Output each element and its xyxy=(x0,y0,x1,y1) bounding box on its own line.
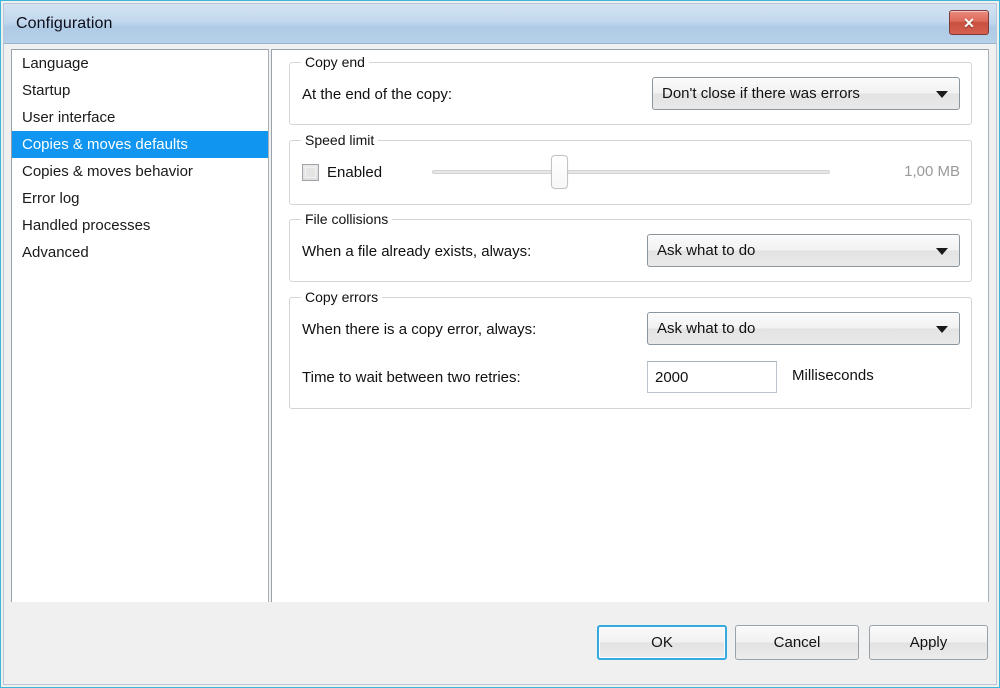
checkbox-box-icon xyxy=(302,164,319,181)
chevron-down-icon xyxy=(936,248,948,255)
speed-limit-slider[interactable] xyxy=(432,153,830,191)
copy-error-action-value: Ask what to do xyxy=(648,320,755,337)
sidebar-item-language[interactable]: Language xyxy=(12,50,268,77)
retry-wait-input[interactable]: 2000 xyxy=(647,361,777,393)
retry-wait-input-value: 2000 xyxy=(655,369,688,386)
sidebar-item-copies-moves-defaults[interactable]: Copies & moves defaults xyxy=(12,131,268,158)
retry-wait-unit: Milliseconds xyxy=(792,367,874,384)
group-speed-limit: Speed limit Enabled 1,00 MB xyxy=(289,140,972,205)
chevron-down-icon xyxy=(936,91,948,98)
window-inner-frame: Configuration ✕ Language Startup User in… xyxy=(3,3,997,685)
dialog-body: Language Startup User interface Copies &… xyxy=(4,44,996,684)
speed-limit-value: 1,00 MB xyxy=(904,163,960,180)
end-of-copy-dropdown-value: Don't close if there was errors xyxy=(653,85,860,102)
file-collisions-label: When a file already exists, always: xyxy=(302,243,531,260)
window-title: Configuration xyxy=(16,15,112,33)
title-bar[interactable]: Configuration ✕ xyxy=(4,4,996,44)
settings-category-list[interactable]: Language Startup User interface Copies &… xyxy=(11,49,269,645)
group-file-collisions-title: File collisions xyxy=(301,211,392,227)
file-collision-action-dropdown[interactable]: Ask what to do xyxy=(647,234,960,267)
cancel-button-label: Cancel xyxy=(774,634,821,651)
group-speed-limit-title: Speed limit xyxy=(301,132,378,148)
dialog-footer: OK Cancel Apply xyxy=(4,602,996,684)
speed-limit-enabled-checkbox[interactable]: Enabled xyxy=(302,164,382,181)
slider-track xyxy=(432,170,830,174)
sidebar-item-startup[interactable]: Startup xyxy=(12,77,268,104)
chevron-down-icon xyxy=(936,326,948,333)
configuration-window: Configuration ✕ Language Startup User in… xyxy=(0,0,1000,688)
copy-error-action-row: When there is a copy error, always: Ask … xyxy=(302,312,960,347)
file-collision-action-value: Ask what to do xyxy=(648,242,755,259)
file-collisions-row: When a file already exists, always: Ask … xyxy=(302,234,960,269)
close-button[interactable]: ✕ xyxy=(949,10,989,35)
apply-button[interactable]: Apply xyxy=(869,625,988,660)
retry-wait-label: Time to wait between two retries: xyxy=(302,369,521,386)
sidebar-item-user-interface[interactable]: User interface xyxy=(12,104,268,131)
sidebar-item-error-log[interactable]: Error log xyxy=(12,185,268,212)
apply-button-label: Apply xyxy=(910,634,948,651)
retry-wait-row: Time to wait between two retries: 2000 M… xyxy=(302,360,960,395)
speed-limit-row: Enabled 1,00 MB xyxy=(302,153,960,191)
copy-end-row: At the end of the copy: Don't close if t… xyxy=(302,77,960,112)
speed-limit-enabled-label: Enabled xyxy=(327,164,382,181)
copy-error-action-label: When there is a copy error, always: xyxy=(302,321,536,338)
copy-error-action-dropdown[interactable]: Ask what to do xyxy=(647,312,960,345)
ok-button[interactable]: OK xyxy=(597,625,727,660)
group-copy-end-title: Copy end xyxy=(301,54,369,70)
group-copy-errors: Copy errors When there is a copy error, … xyxy=(289,297,972,409)
cancel-button[interactable]: Cancel xyxy=(735,625,859,660)
sidebar-item-copies-moves-behavior[interactable]: Copies & moves behavior xyxy=(12,158,268,185)
sidebar-item-handled-processes[interactable]: Handled processes xyxy=(12,212,268,239)
copy-end-label: At the end of the copy: xyxy=(302,86,452,103)
slider-thumb[interactable] xyxy=(551,155,568,189)
settings-content-panel: Copy end At the end of the copy: Don't c… xyxy=(271,49,989,645)
end-of-copy-dropdown[interactable]: Don't close if there was errors xyxy=(652,77,960,110)
group-file-collisions: File collisions When a file already exis… xyxy=(289,219,972,282)
sidebar-item-advanced[interactable]: Advanced xyxy=(12,239,268,266)
close-icon: ✕ xyxy=(963,16,975,30)
group-copy-end: Copy end At the end of the copy: Don't c… xyxy=(289,62,972,125)
group-copy-errors-title: Copy errors xyxy=(301,289,382,305)
ok-button-label: OK xyxy=(651,634,673,651)
